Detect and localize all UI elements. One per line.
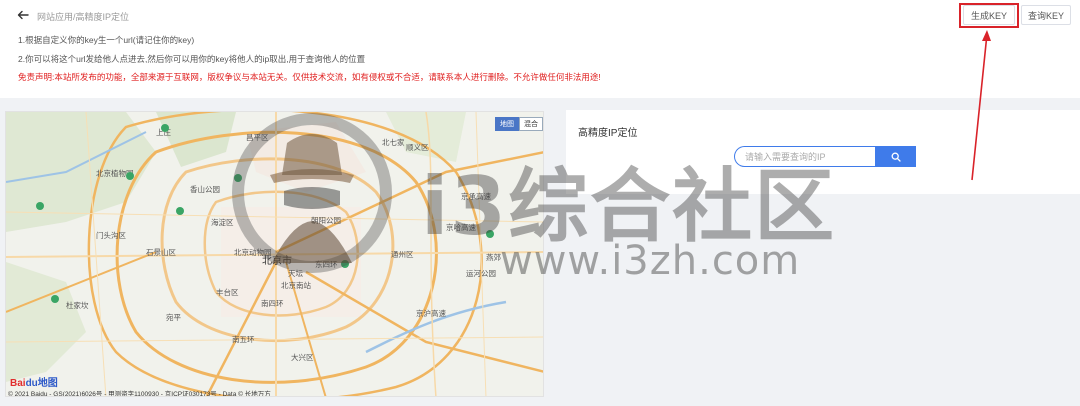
map-label-haidian: 海淀区 <box>211 218 234 227</box>
annotation-arrow-icon <box>971 30 991 181</box>
map-type-normal[interactable]: 地图 <box>495 117 519 131</box>
map-poi-icon <box>51 295 59 303</box>
instruction-line-2: 2.你可以将这个url发给他人点进去,然后你可以用你的key将他人的ip取出,用… <box>18 54 366 64</box>
map-poi-icon <box>341 260 349 268</box>
map-label-tiantan: 天坛 <box>288 269 303 278</box>
map-label-nansihuan: 南四环 <box>261 299 284 308</box>
map-label-jingcheng: 京承高速 <box>461 192 491 201</box>
disclaimer-text: 免责声明:本站所发布的功能，全部来源于互联网，版权争议与本站无关。仅供技术交流，… <box>18 72 601 82</box>
map-label-shijingshan: 石景山区 <box>146 248 176 257</box>
map-view[interactable]: 地图 混合 北京市 东四环 南四环 南五环 通州区 朝阳公园 北京动物园 香山公… <box>5 111 544 397</box>
ip-locate-panel: 高精度IP定位 <box>566 110 1080 194</box>
query-key-button[interactable]: 查询KEY <box>1021 5 1071 25</box>
panel-title: 高精度IP定位 <box>578 128 638 139</box>
map-label-yunhe: 运河公园 <box>466 269 496 278</box>
map-poi-icon <box>126 172 134 180</box>
map-label-beijing-zoo: 北京动物园 <box>234 248 272 257</box>
map-label-nanwuhuan: 南五环 <box>232 335 255 344</box>
map-poi-icon <box>486 230 494 238</box>
map-label-wanping: 宛平 <box>166 313 181 322</box>
map-label-changping: 昌平区 <box>246 133 269 142</box>
map-copyright: © 2021 Baidu - GS(2021)6026号 - 甲测资字11009… <box>8 391 271 397</box>
map-poi-icon <box>234 174 242 182</box>
map-type-hybrid[interactable]: 混合 <box>519 117 543 131</box>
map-label-dujiakan: 杜家坎 <box>66 301 89 310</box>
ip-search-input[interactable] <box>734 146 875 167</box>
baidu-map-logo: Baidu地图 <box>10 378 58 389</box>
map-label-dongsi: 东四环 <box>315 260 338 269</box>
search-button[interactable] <box>875 146 916 167</box>
map-poi-icon <box>36 202 44 210</box>
map-label-yanjiao: 燕郊 <box>486 253 501 262</box>
map-label-chaoyang: 朝阳公园 <box>311 216 341 225</box>
watermark-url: www.i3zh.com <box>500 238 801 284</box>
search-icon <box>891 152 901 162</box>
map-label-mentougou: 门头沟区 <box>96 231 126 240</box>
map-poi-icon <box>176 207 184 215</box>
map-label-jingha: 京哈高速 <box>446 223 476 232</box>
map-label-fengtai: 丰台区 <box>216 288 239 297</box>
map-label-beijing-south: 北京南站 <box>281 281 311 290</box>
map-label-shunyi: 顺义区 <box>406 143 429 152</box>
map-label-beiqijia: 北七家 <box>382 138 405 147</box>
header-card: 网站应用/高精度IP定位 生成KEY 查询KEY 1.根据自定义你的key生一个… <box>0 0 1080 98</box>
instruction-line-1: 1.根据自定义你的key生一个url(请记住你的key) <box>18 35 195 45</box>
map-label-jinghu: 京沪高速 <box>416 309 446 318</box>
map-poi-icon <box>161 124 169 132</box>
highlight-annotation-box <box>959 3 1019 28</box>
map-label-xiangshan: 香山公园 <box>190 185 220 194</box>
map-label-daxing: 大兴区 <box>291 353 314 362</box>
map-label-tongzhou: 通州区 <box>391 250 414 259</box>
map-type-toggle[interactable]: 地图 混合 <box>495 117 543 131</box>
back-arrow-icon[interactable] <box>16 8 30 22</box>
breadcrumb: 网站应用/高精度IP定位 <box>37 12 130 22</box>
